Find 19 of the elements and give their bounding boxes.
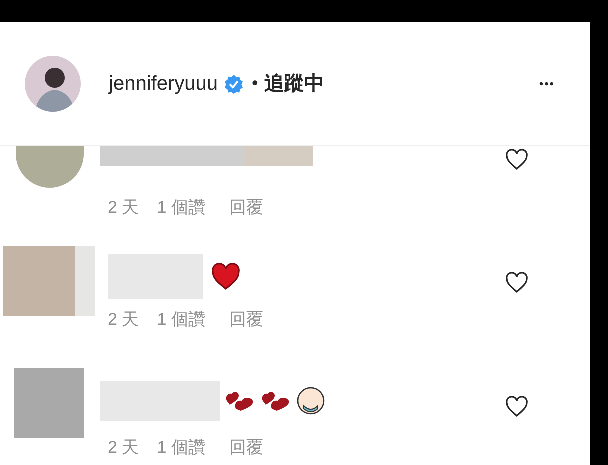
reply-link[interactable]: 回覆 [229, 195, 264, 220]
separator-dot: • [252, 72, 258, 95]
follow-status[interactable]: 追蹤中 [264, 68, 324, 98]
more-options-button[interactable]: ••• [539, 74, 555, 92]
likes-count[interactable]: 1 個讚 [157, 307, 206, 332]
likes-count[interactable]: 1 個讚 [157, 195, 206, 220]
comment-time: 2 天 [108, 437, 140, 459]
reply-link[interactable]: 回覆 [229, 307, 264, 332]
heart-emoji-icon [211, 262, 241, 290]
comment-time: 2 天 [108, 197, 140, 219]
username[interactable]: jenniferyuuu [109, 68, 218, 98]
heart-icon[interactable] [505, 149, 529, 171]
likes-count[interactable]: 1 個讚 [157, 435, 206, 460]
heart-icon[interactable] [505, 396, 529, 418]
baby-emoji-icon [296, 386, 326, 416]
reply-link[interactable]: 回覆 [229, 435, 264, 460]
redaction-block [14, 368, 84, 438]
comment-time: 2 天 [108, 309, 140, 331]
heart-icon[interactable] [505, 272, 529, 294]
